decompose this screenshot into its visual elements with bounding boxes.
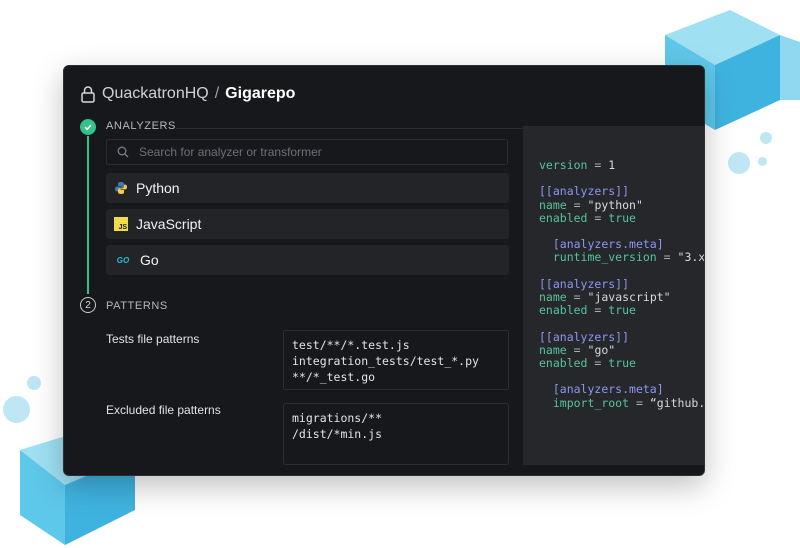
decorative-bubble bbox=[760, 132, 772, 144]
decorative-bubble bbox=[758, 157, 767, 166]
excluded-patterns-field[interactable]: migrations/** /dist/*min.js bbox=[283, 403, 509, 465]
code-key: enabled bbox=[539, 356, 588, 371]
repo-breadcrumb: QuackatronHQ / Gigarepo bbox=[80, 82, 295, 106]
step-progress-line bbox=[87, 136, 89, 294]
code-value: true bbox=[608, 210, 636, 225]
patterns-section-title: PATTERNS bbox=[106, 300, 168, 312]
analyzer-item-go[interactable]: GO Go bbox=[106, 245, 509, 275]
code-operator: = bbox=[594, 158, 602, 172]
code-key: version bbox=[539, 158, 588, 172]
decorative-bubble bbox=[27, 376, 41, 390]
step-number-indicator: 2 bbox=[80, 297, 96, 313]
repo-name[interactable]: Gigarepo bbox=[225, 85, 295, 103]
code-value: "3.x bbox=[677, 250, 704, 265]
lock-icon bbox=[81, 86, 95, 103]
code-operator: = bbox=[573, 197, 581, 212]
javascript-icon: JS bbox=[114, 217, 128, 231]
code-section: [analyzers.meta] bbox=[552, 237, 664, 252]
code-operator: = bbox=[594, 356, 602, 371]
pattern-line: /dist/*min.js bbox=[292, 427, 383, 441]
code-key: runtime_version bbox=[552, 250, 657, 265]
code-key: name bbox=[539, 342, 567, 357]
pattern-line: migrations/** bbox=[292, 411, 383, 425]
code-operator: = bbox=[635, 395, 643, 410]
python-icon bbox=[115, 182, 127, 194]
config-preview-panel: version = 1 [[analyzers]] name = "python… bbox=[523, 126, 704, 465]
config-code: version = 1 [[analyzers]] name = "python… bbox=[539, 158, 704, 410]
analyzer-search[interactable] bbox=[106, 139, 508, 165]
analyzer-label: Python bbox=[136, 180, 180, 196]
decorative-bubble bbox=[3, 396, 30, 423]
code-key: name bbox=[539, 197, 567, 212]
code-value: "go" bbox=[587, 342, 616, 357]
app-window: QuackatronHQ / Gigarepo ANALYZERS Python… bbox=[63, 65, 705, 476]
code-value: true bbox=[608, 303, 636, 318]
code-value: 1 bbox=[608, 158, 616, 172]
search-icon bbox=[117, 146, 129, 158]
org-name[interactable]: QuackatronHQ bbox=[102, 85, 209, 103]
code-value: “github. bbox=[649, 395, 704, 410]
code-key: name bbox=[539, 290, 567, 305]
code-operator: = bbox=[594, 210, 602, 225]
code-section: [analyzers.meta] bbox=[552, 382, 664, 397]
go-icon: GO bbox=[116, 255, 130, 265]
code-operator: = bbox=[594, 303, 602, 318]
breadcrumb-separator: / bbox=[214, 85, 220, 102]
analyzer-label: JavaScript bbox=[136, 216, 202, 232]
code-key: enabled bbox=[539, 303, 588, 318]
analyzer-label: Go bbox=[140, 252, 159, 268]
code-key: import_root bbox=[552, 395, 630, 410]
code-value: "python" bbox=[587, 197, 643, 212]
analyzer-item-javascript[interactable]: JS JavaScript bbox=[106, 209, 509, 239]
pattern-line: integration_tests/test_*.py bbox=[292, 354, 479, 368]
code-section: [[analyzers]] bbox=[539, 276, 630, 291]
code-section: [[analyzers]] bbox=[539, 184, 630, 199]
step-complete-indicator bbox=[80, 119, 96, 135]
test-patterns-field[interactable]: test/**/*.test.js integration_tests/test… bbox=[283, 330, 509, 390]
test-patterns-label: Tests file patterns bbox=[106, 332, 200, 346]
code-section: [[analyzers]] bbox=[539, 329, 630, 344]
code-operator: = bbox=[573, 342, 581, 357]
code-value: "javascript" bbox=[587, 290, 671, 305]
pattern-line: test/**/*.test.js bbox=[292, 338, 410, 352]
check-icon bbox=[84, 124, 92, 131]
pattern-line: **/*_test.go bbox=[292, 370, 376, 384]
decorative-bubble bbox=[728, 152, 750, 174]
code-operator: = bbox=[663, 250, 671, 265]
code-key: enabled bbox=[539, 210, 588, 225]
code-value: true bbox=[608, 356, 636, 371]
analyzer-search-input[interactable] bbox=[137, 144, 501, 160]
section-divider bbox=[176, 128, 524, 129]
analyzers-section-title: ANALYZERS bbox=[106, 120, 176, 132]
analyzer-item-python[interactable]: Python bbox=[106, 173, 509, 203]
code-operator: = bbox=[573, 290, 581, 305]
excluded-patterns-label: Excluded file patterns bbox=[106, 403, 221, 417]
